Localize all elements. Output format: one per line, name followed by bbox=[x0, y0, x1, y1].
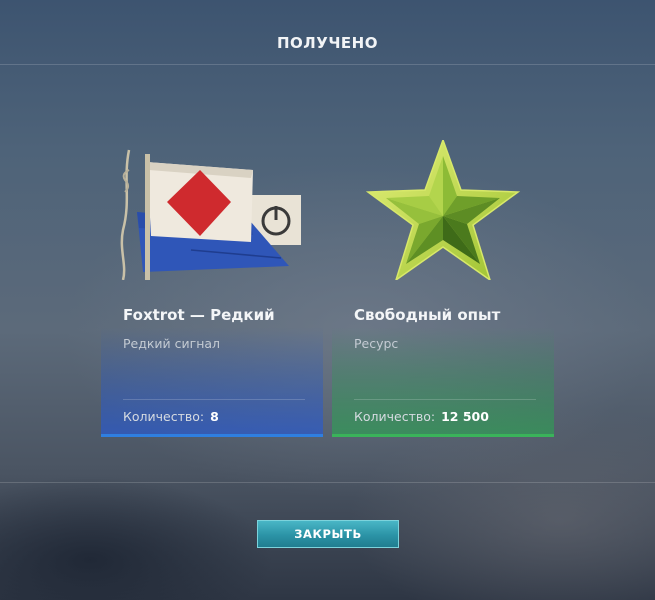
card-accent-bar bbox=[101, 434, 323, 437]
reward-subtype: Ресурс bbox=[354, 336, 399, 351]
top-divider bbox=[0, 64, 655, 65]
dialog-title: ПОЛУЧЕНО bbox=[276, 34, 378, 52]
card-separator bbox=[354, 399, 536, 400]
foxtrot-signal-flag-icon bbox=[101, 140, 323, 281]
reward-subtype: Редкий сигнал bbox=[123, 336, 221, 351]
close-button[interactable]: ЗАКРЫТЬ bbox=[257, 520, 399, 548]
reward-card-signal: Foxtrot — Редкий Редкий сигнал Количеств… bbox=[101, 130, 323, 437]
reward-card-free-xp: Свободный опыт Ресурс Количество: 12 500 bbox=[332, 130, 554, 437]
free-xp-star-icon bbox=[332, 137, 554, 282]
reward-quantity: Количество: 8 bbox=[123, 409, 219, 424]
reward-quantity: Количество: 12 500 bbox=[354, 409, 489, 424]
card-accent-bar bbox=[332, 434, 554, 437]
quantity-value: 8 bbox=[210, 409, 219, 424]
card-separator bbox=[123, 399, 305, 400]
reward-name: Свободный опыт bbox=[354, 306, 501, 324]
bottom-divider bbox=[0, 482, 655, 483]
quantity-value: 12 500 bbox=[441, 409, 489, 424]
quantity-label: Количество: bbox=[123, 409, 205, 424]
reward-name: Foxtrot — Редкий bbox=[123, 306, 275, 324]
quantity-label: Количество: bbox=[354, 409, 436, 424]
